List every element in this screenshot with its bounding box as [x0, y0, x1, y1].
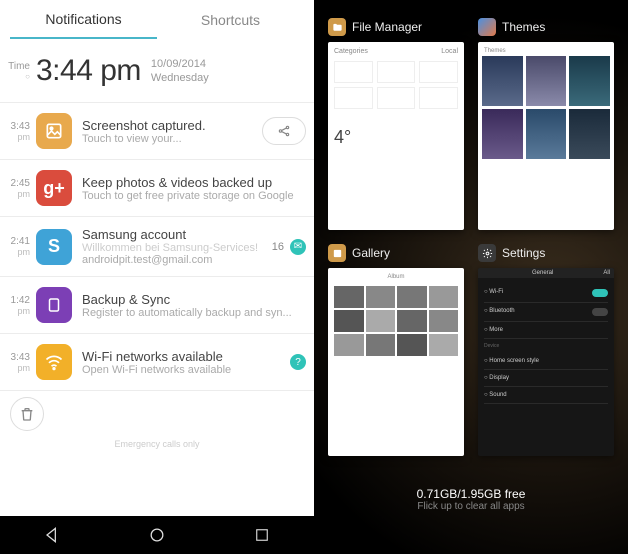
notification-item[interactable]: 3:43 pm Screenshot captured. Touch to vi… — [0, 103, 314, 160]
notification-timestamp: 3:43 pm — [0, 121, 36, 142]
card-title: File Manager — [352, 20, 422, 34]
recent-apps-screen: File Manager CategoriesLocal 4° Themes — [314, 0, 628, 554]
notification-item[interactable]: 3:43 pm Wi-Fi networks available Open Wi… — [0, 334, 314, 391]
notification-count: 16 — [272, 241, 284, 253]
samsung-icon: S — [36, 229, 72, 265]
screenshot-icon — [36, 113, 72, 149]
nav-bar — [0, 516, 314, 554]
notification-timestamp: 3:43 pm — [0, 352, 36, 373]
recent-app-card[interactable]: Themes Themes — [478, 18, 614, 230]
tab-shortcuts[interactable]: Shortcuts — [157, 2, 304, 38]
card-title: Themes — [502, 20, 545, 34]
recent-app-card[interactable]: Gallery Album — [328, 244, 464, 456]
current-date: 10/09/2014 Wednesday — [151, 57, 209, 86]
help-dot-icon: ? — [290, 354, 306, 370]
recent-apps-grid: File Manager CategoriesLocal 4° Themes — [328, 18, 614, 481]
home-button[interactable] — [142, 520, 172, 550]
recent-app-card[interactable]: Settings GeneralAll ○ Wi-Fi ○ Bluetooth … — [478, 244, 614, 456]
notification-subtitle: androidpit.test@gmail.com — [82, 254, 268, 266]
memory-footer: 0.71GB/1.95GB free Flick up to clear all… — [328, 481, 614, 516]
card-thumbnail: Themes — [478, 42, 614, 230]
tab-notifications[interactable]: Notifications — [10, 1, 157, 39]
clear-hint: Flick up to clear all apps — [328, 501, 614, 512]
notification-timestamp: 2:41 pm — [0, 236, 36, 257]
notification-title: Backup & Sync — [82, 292, 306, 307]
notification-panel: Notifications Shortcuts Time ○ 3:44 pm 1… — [0, 0, 314, 554]
settings-icon — [478, 244, 496, 262]
memory-total: 1.95GB — [461, 487, 502, 501]
recent-app-card[interactable]: File Manager CategoriesLocal 4° — [328, 18, 464, 230]
notification-item[interactable]: 1:42 pm Backup & Sync Register to automa… — [0, 277, 314, 334]
file-manager-icon — [328, 18, 346, 36]
time-column-header: Time ○ — [0, 61, 36, 81]
card-thumbnail: Album — [328, 268, 464, 456]
backup-sync-icon — [36, 287, 72, 323]
google-plus-icon: g+ — [36, 170, 72, 206]
notification-title: Wi-Fi networks available — [82, 349, 286, 364]
notification-badges: 16 ✉ — [272, 239, 306, 255]
recent-apps-button[interactable] — [247, 520, 277, 550]
current-time: 3:44 pm — [36, 54, 141, 88]
notification-timestamp: 2:45 pm — [0, 178, 36, 199]
clear-all-button[interactable] — [10, 397, 44, 431]
themes-icon — [478, 18, 496, 36]
share-button[interactable] — [262, 117, 306, 145]
notification-badges: ? — [290, 354, 306, 370]
card-thumbnail: GeneralAll ○ Wi-Fi ○ Bluetooth ○ More De… — [478, 268, 614, 456]
notification-subtitle: Touch to view your... — [82, 133, 256, 145]
notification-title: Keep photos & videos backed up — [82, 175, 306, 190]
notification-subtitle: Register to automatically backup and syn… — [82, 307, 306, 319]
notification-item[interactable]: 2:45 pm g+ Keep photos & videos backed u… — [0, 160, 314, 217]
gallery-icon — [328, 244, 346, 262]
info-dot-icon: ✉ — [290, 239, 306, 255]
panel-tabs: Notifications Shortcuts — [0, 0, 314, 40]
notification-subtitle: Open Wi-Fi networks available — [82, 364, 286, 376]
notification-subtitle2: Willkommen bei Samsung-Services! — [82, 242, 268, 254]
notification-item[interactable]: 2:41 pm S Samsung account Willkommen bei… — [0, 217, 314, 277]
notification-title: Samsung account — [82, 227, 268, 242]
memory-used: 0.71GB — [417, 487, 458, 501]
wifi-icon — [36, 344, 72, 380]
notification-title: Screenshot captured. — [82, 118, 256, 133]
back-button[interactable] — [37, 520, 67, 550]
emergency-calls-label: Emergency calls only — [0, 437, 314, 453]
trash-row — [0, 391, 314, 437]
card-title: Settings — [502, 246, 545, 260]
clock-row: Time ○ 3:44 pm 10/09/2014 Wednesday — [0, 40, 314, 103]
notification-subtitle: Touch to get free private storage on Goo… — [82, 190, 306, 202]
card-title: Gallery — [352, 246, 390, 260]
notification-timestamp: 1:42 pm — [0, 295, 36, 316]
card-thumbnail: CategoriesLocal 4° — [328, 42, 464, 230]
